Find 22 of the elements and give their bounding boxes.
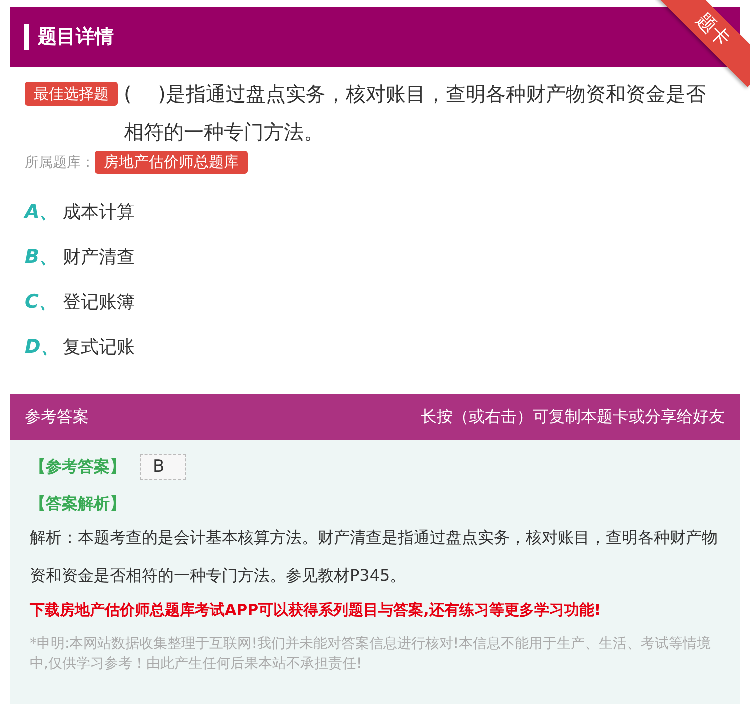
- answer-label: 【参考答案】: [30, 456, 126, 478]
- disclaimer-text: *申明:本网站数据收集整理于互联网!我们并未能对答案信息进行核对!本信息不能用于生产、生活、考试等情境中,仅供学习参考！由此产生任何后果本站不承担责任!: [30, 635, 712, 674]
- bank-label: 所属题库：: [25, 154, 95, 172]
- option-text: 成本计算: [63, 200, 135, 224]
- option-letter: D、: [25, 334, 61, 360]
- title-marker: [24, 24, 29, 50]
- analysis-label: 【答案解析】: [30, 494, 127, 515]
- option-letter: C、: [25, 290, 59, 314]
- option-text: 登记账簿: [63, 290, 135, 314]
- option-text: 财产清查: [63, 246, 135, 268]
- option-letter: B、: [25, 244, 60, 270]
- question-type-tag: 最佳选择题: [25, 82, 118, 106]
- share-hint: 长按（或右击）可复制本题卡或分享给好友: [421, 406, 725, 428]
- answer-value: B: [140, 454, 186, 480]
- analysis-text: 解析：本题考查的是会计基本核算方法。财产清查是指通过盘点实务，核对账目，查明各种财产物资和资金是否相符的一种专门方法。参见教材P345。: [30, 527, 719, 587]
- question-text: ( )是指通过盘点实务，核对账目，查明各种财产物资和资金是否相符的一种专门方法。: [124, 81, 707, 146]
- bank-tag[interactable]: 房地产估价师总题库: [95, 151, 248, 174]
- option-text: 复式记账: [63, 336, 135, 358]
- answer-title: 参考答案: [25, 406, 89, 428]
- page-title: 题目详情: [38, 25, 114, 50]
- app-promo-text: 下载房地产估价师总题库考试APP可以获得系列题目与答案,还有练习等更多学习功能!: [30, 601, 602, 620]
- option-letter: A、: [25, 200, 60, 224]
